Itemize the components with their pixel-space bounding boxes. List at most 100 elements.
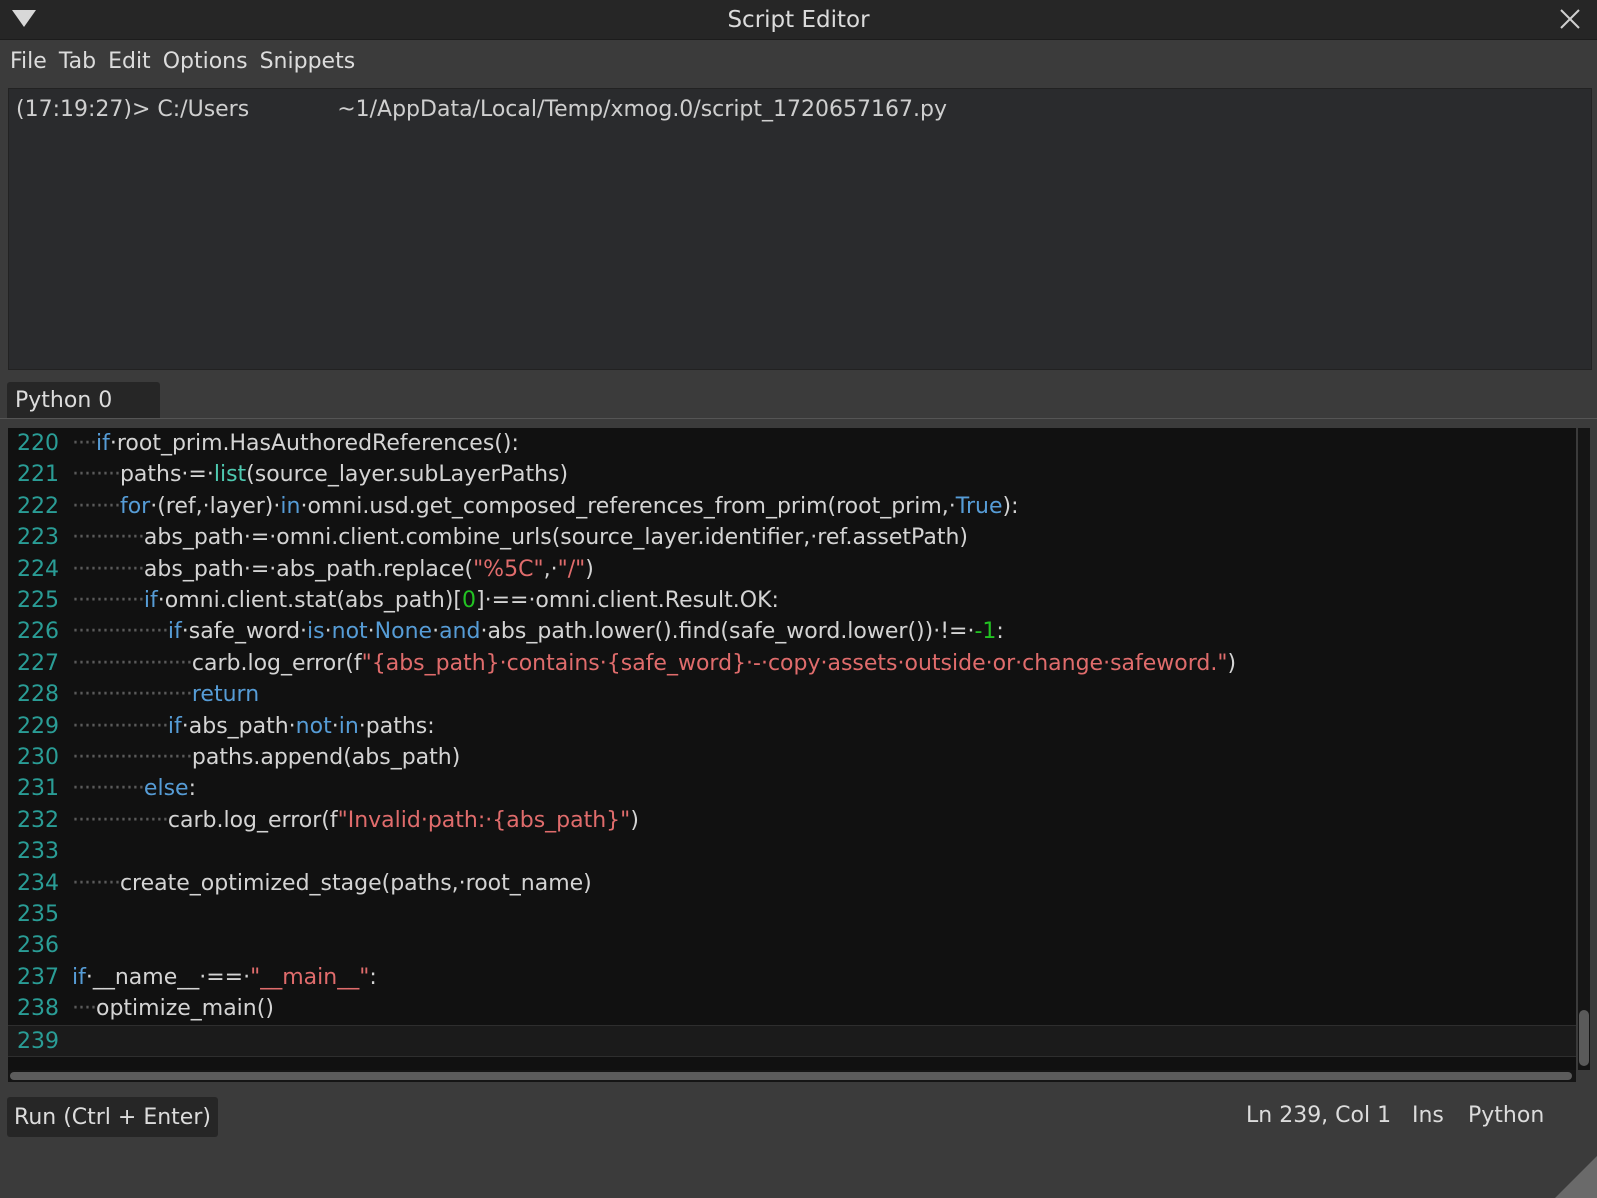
line-number: 224	[17, 556, 59, 582]
code-token: ·__name__·==·	[85, 964, 251, 990]
line-number: 237	[17, 964, 59, 990]
code-token: "%5C"	[473, 556, 544, 582]
indent-guide: ········	[72, 493, 121, 519]
horizontal-scroll-thumb[interactable]	[10, 1072, 1572, 1080]
code-line[interactable]: 233	[8, 836, 1576, 868]
code-line[interactable]: 231 ············else:	[8, 773, 1576, 805]
code-token: ·	[324, 619, 332, 645]
vertical-scroll-thumb[interactable]	[1579, 1010, 1589, 1066]
output-console[interactable]: (17:19:27)> C:/Users ~1/AppData/Local/Tem…	[8, 88, 1592, 370]
line-number: 232	[17, 807, 59, 833]
code-text: ················if·abs_path·not·in·paths…	[72, 711, 435, 743]
tab-bar: Python 0	[0, 376, 1597, 419]
code-token: ·	[432, 619, 440, 645]
code-line[interactable]: 224 ············abs_path·=·abs_path.repla…	[8, 554, 1576, 586]
line-number: 236	[17, 933, 59, 959]
code-token: if	[143, 588, 158, 613]
code-line[interactable]: 228 ····················return	[8, 679, 1576, 711]
code-token: abs_path·=·omni.client.combine_urls(sour…	[143, 525, 968, 551]
code-token: paths.append(abs_path)	[191, 745, 461, 770]
code-token: if	[95, 431, 110, 456]
code-token: carb.log_error(f	[167, 807, 338, 833]
vertical-scrollbar[interactable]	[1578, 428, 1590, 1070]
code-line[interactable]: 237 if·__name__·==·"__main__":	[8, 962, 1576, 994]
code-token: ·omni.usd.get_composed_references_from_p…	[300, 493, 956, 519]
code-token: ·	[367, 619, 375, 645]
indent-guide: ················	[72, 713, 169, 739]
code-text: ········paths·=·list(source_layer.subLay…	[72, 459, 568, 491]
code-token: in	[338, 713, 359, 739]
indent-guide: ················	[72, 619, 169, 645]
language-mode[interactable]: Python	[1468, 1103, 1544, 1128]
code-text: ········create_optimized_stage(paths,·ro…	[72, 868, 592, 900]
code-token: 0	[462, 588, 476, 613]
code-line[interactable]: 234 ········create_optimized_stage(paths,…	[8, 868, 1576, 900]
close-icon[interactable]	[1559, 8, 1581, 30]
menu-bar: File Tab Edit Options Snippets	[0, 40, 1597, 82]
code-line[interactable]: 230 ····················paths.append(abs_…	[8, 742, 1576, 774]
code-line[interactable]: 223 ············abs_path·=·omni.client.co…	[8, 522, 1576, 554]
menu-tab[interactable]: Tab	[53, 49, 102, 74]
code-token: )	[1227, 650, 1237, 676]
line-number: 222	[17, 493, 59, 519]
code-line[interactable]: 225 ············if·omni.client.stat(abs_p…	[8, 585, 1576, 617]
code-text: ············if·omni.client.stat(abs_path…	[72, 585, 779, 617]
code-text: ············abs_path·=·omni.client.combi…	[72, 522, 968, 554]
tab-python-0[interactable]: Python 0	[7, 382, 160, 418]
line-number: 228	[17, 682, 59, 708]
resize-grip-icon[interactable]	[1555, 1156, 1597, 1198]
code-token: abs_path·=·abs_path.replace(	[143, 556, 474, 582]
menu-file[interactable]: File	[4, 49, 53, 74]
code-token: )	[585, 556, 594, 582]
code-line[interactable]: 236	[8, 930, 1576, 962]
code-token: )	[630, 807, 639, 833]
code-line[interactable]: 239	[8, 1024, 1576, 1057]
line-number: 226	[17, 619, 59, 645]
code-token: (source_layer.subLayerPaths)	[246, 462, 569, 488]
output-suffix: ~1/AppData/Local/Temp/xmog.0/script_1720…	[337, 97, 947, 122]
code-token: ·abs_path·	[181, 713, 296, 739]
indent-guide: ········	[72, 870, 121, 896]
code-line[interactable]: 226 ················if·safe_word·is·not·N…	[8, 616, 1576, 648]
indent-guide: ············	[72, 556, 145, 582]
indent-guide: ········	[72, 462, 121, 488]
code-editor[interactable]: 220 ····if·root_prim.HasAuthoredReference…	[8, 428, 1576, 1070]
line-number: 233	[17, 839, 59, 865]
code-token: -1	[974, 619, 997, 645]
code-token: else	[143, 776, 189, 802]
code-text: ············abs_path·=·abs_path.replace(…	[72, 554, 594, 586]
code-line[interactable]: 221 ········paths·=·list(source_layer.sub…	[8, 459, 1576, 491]
code-token: return	[191, 682, 260, 708]
indent-guide: ················	[72, 807, 169, 833]
code-token: not	[295, 713, 332, 739]
menu-snippets[interactable]: Snippets	[254, 49, 362, 74]
code-line[interactable]: 220 ····if·root_prim.HasAuthoredReference…	[8, 428, 1576, 460]
code-token: list	[213, 462, 247, 488]
insert-mode[interactable]: Ins	[1412, 1103, 1444, 1128]
window-title: Script Editor	[727, 6, 870, 33]
code-token: ,·	[543, 556, 558, 582]
code-token: not	[331, 619, 368, 645]
line-number: 235	[17, 902, 59, 927]
code-line[interactable]: 235	[8, 899, 1576, 931]
code-token: :	[188, 776, 196, 802]
triangle-menu-icon[interactable]	[12, 10, 36, 27]
code-text: ················if·safe_word·is·not·None…	[72, 616, 1004, 648]
run-button[interactable]: Run (Ctrl + Enter)	[7, 1097, 218, 1137]
code-line[interactable]: 227 ····················carb.log_error(f"…	[8, 648, 1576, 680]
menu-edit[interactable]: Edit	[102, 49, 157, 74]
code-line[interactable]: 229 ················if·abs_path·not·in·pa…	[8, 711, 1576, 743]
code-token: ·abs_path.lower().find(safe_word.lower()…	[480, 619, 975, 645]
code-line[interactable]: 238 ····optimize_main()	[8, 993, 1576, 1025]
output-prefix: (17:19:27)> C:/Users	[16, 97, 250, 122]
line-number: 227	[17, 650, 59, 676]
code-text: if·__name__·==·"__main__":	[72, 962, 377, 994]
code-token: ·root_prim.HasAuthoredReferences():	[109, 431, 519, 456]
indent-guide: ············	[72, 525, 145, 551]
menu-options[interactable]: Options	[157, 49, 254, 74]
indent-guide: ····················	[72, 745, 193, 770]
code-line[interactable]: 222 ········for·(ref,·layer)·in·omni.usd.…	[8, 491, 1576, 523]
code-token: ·omni.client.stat(abs_path)[	[157, 588, 462, 613]
code-token: if	[167, 619, 182, 645]
code-line[interactable]: 232 ················carb.log_error(f"Inva…	[8, 805, 1576, 837]
